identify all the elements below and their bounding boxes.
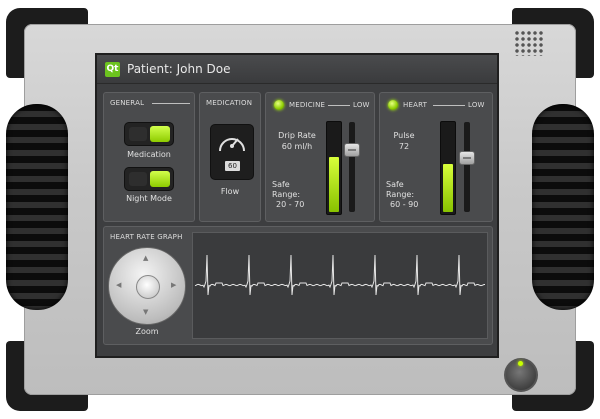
zoom-left-arrow[interactable]: ◀ [116, 281, 121, 289]
grip-left [6, 104, 68, 310]
drip-slider-handle[interactable] [344, 143, 360, 157]
medicine-header: MEDICINE [289, 101, 326, 109]
graph-panel: HEART RATE GRAPH ▲ ▼ ◀ ▶ Zoom [103, 226, 493, 345]
pulse-label: Pulse [393, 131, 415, 140]
general-header: GENERAL [110, 99, 145, 107]
toggle-knob [150, 171, 170, 187]
medication-toggle[interactable] [124, 122, 174, 146]
toggle-groove [129, 172, 147, 186]
patient-title: Patient: John Doe [127, 62, 231, 76]
heart-rate-graph [192, 232, 488, 339]
heart-status-led [388, 100, 398, 110]
title-bar: Qt Patient: John Doe [97, 55, 497, 84]
drip-level-fill [329, 157, 339, 212]
grip-right [532, 104, 594, 310]
toggle-groove [129, 127, 147, 141]
medication-header: MEDICATION [206, 99, 253, 107]
safe-range-label-2: Range: [272, 190, 301, 199]
safe-range-value: 60 - 90 [390, 200, 419, 209]
zoom-label: Zoom [135, 327, 159, 336]
safe-range-value: 20 - 70 [276, 200, 305, 209]
heart-status: LOW [468, 101, 485, 109]
flow-label: Flow [220, 187, 240, 196]
speaker-grille-icon [514, 30, 544, 56]
pulse-slider-handle[interactable] [459, 151, 475, 165]
ecg-trace [194, 254, 485, 296]
pulse-slider-track [464, 122, 470, 212]
pulse-level-bar [440, 121, 456, 215]
qt-logo-icon: Qt [105, 61, 120, 77]
flow-gauge[interactable]: 60 [210, 124, 254, 180]
zoom-down-arrow[interactable]: ▼ [143, 308, 148, 316]
graph-header: HEART RATE GRAPH [110, 233, 183, 241]
medication-panel: MEDICATION 60 Flow [199, 92, 261, 222]
pulse-value: 72 [398, 142, 410, 151]
zoom-center-button[interactable] [136, 275, 160, 299]
power-led [518, 361, 523, 366]
heart-panel: HEART LOW Pulse 72 Safe Range: 60 - 90 [379, 92, 493, 222]
header-rule [328, 105, 350, 106]
medicine-status: LOW [353, 101, 370, 109]
gauge-value: 60 [225, 161, 240, 171]
safe-range-label-1: Safe [386, 180, 404, 189]
drip-level-bar [326, 121, 342, 215]
medicine-status-led [274, 100, 284, 110]
screen: Qt Patient: John Doe GENERAL Medication … [95, 53, 499, 358]
general-panel: GENERAL Medication Night Mode [103, 92, 195, 222]
zoom-up-arrow[interactable]: ▲ [143, 254, 148, 262]
toggle-knob [150, 126, 170, 142]
zoom-right-arrow[interactable]: ▶ [171, 281, 176, 289]
medicine-panel: MEDICINE LOW Drip Rate 60 ml/h Safe Rang… [265, 92, 375, 222]
medication-toggle-label: Medication [127, 150, 171, 159]
safe-range-label-2: Range: [386, 190, 415, 199]
safe-range-label-1: Safe [272, 180, 290, 189]
night-mode-toggle[interactable] [124, 167, 174, 191]
zoom-pad-icon: ▲ ▼ ◀ ▶ [108, 247, 186, 325]
drip-rate-value: 60 ml/h [281, 142, 313, 151]
heart-header: HEART [403, 101, 428, 109]
header-rule [433, 105, 465, 106]
drip-slider-track [349, 122, 355, 212]
drip-rate-label: Drip Rate [278, 131, 316, 140]
header-rule [152, 103, 190, 104]
night-mode-toggle-label: Night Mode [126, 194, 172, 203]
pulse-level-fill [443, 164, 453, 212]
